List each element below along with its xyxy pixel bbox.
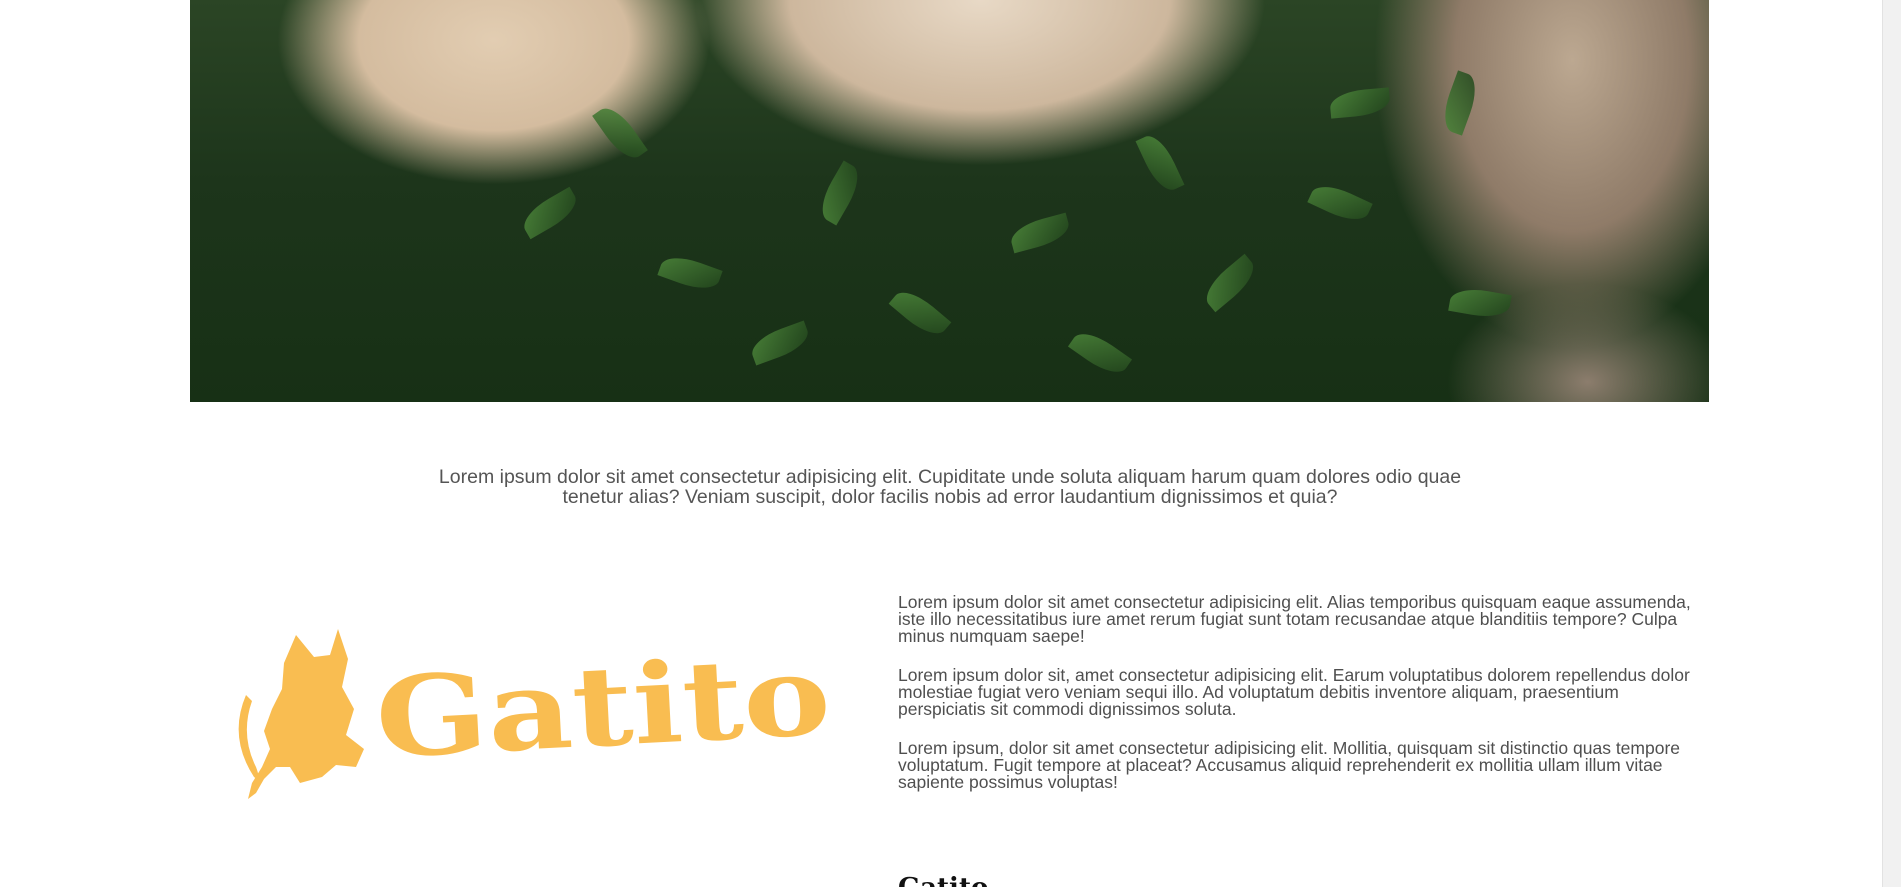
content-paragraph: Lorem ipsum dolor sit amet consectetur a… (898, 592, 1691, 646)
footer-logo-partial: Gatito (898, 873, 988, 887)
intro-text: Lorem ipsum dolor sit amet consectetur a… (438, 466, 1462, 508)
hero-image (190, 0, 1709, 402)
content-paragraph: Lorem ipsum, dolor sit amet consectetur … (898, 738, 1681, 792)
gatito-logo: Gatito (238, 629, 834, 799)
content-column: Lorem ipsum dolor sit amet consectetur a… (898, 592, 1694, 813)
cat-icon (238, 629, 364, 799)
content-paragraph: Lorem ipsum dolor sit, amet consectetur … (898, 665, 1690, 719)
page-scrollbar[interactable] (1882, 0, 1901, 887)
footer-logo-text: Gatito (898, 873, 988, 887)
brand-name: Gatito (372, 630, 833, 783)
